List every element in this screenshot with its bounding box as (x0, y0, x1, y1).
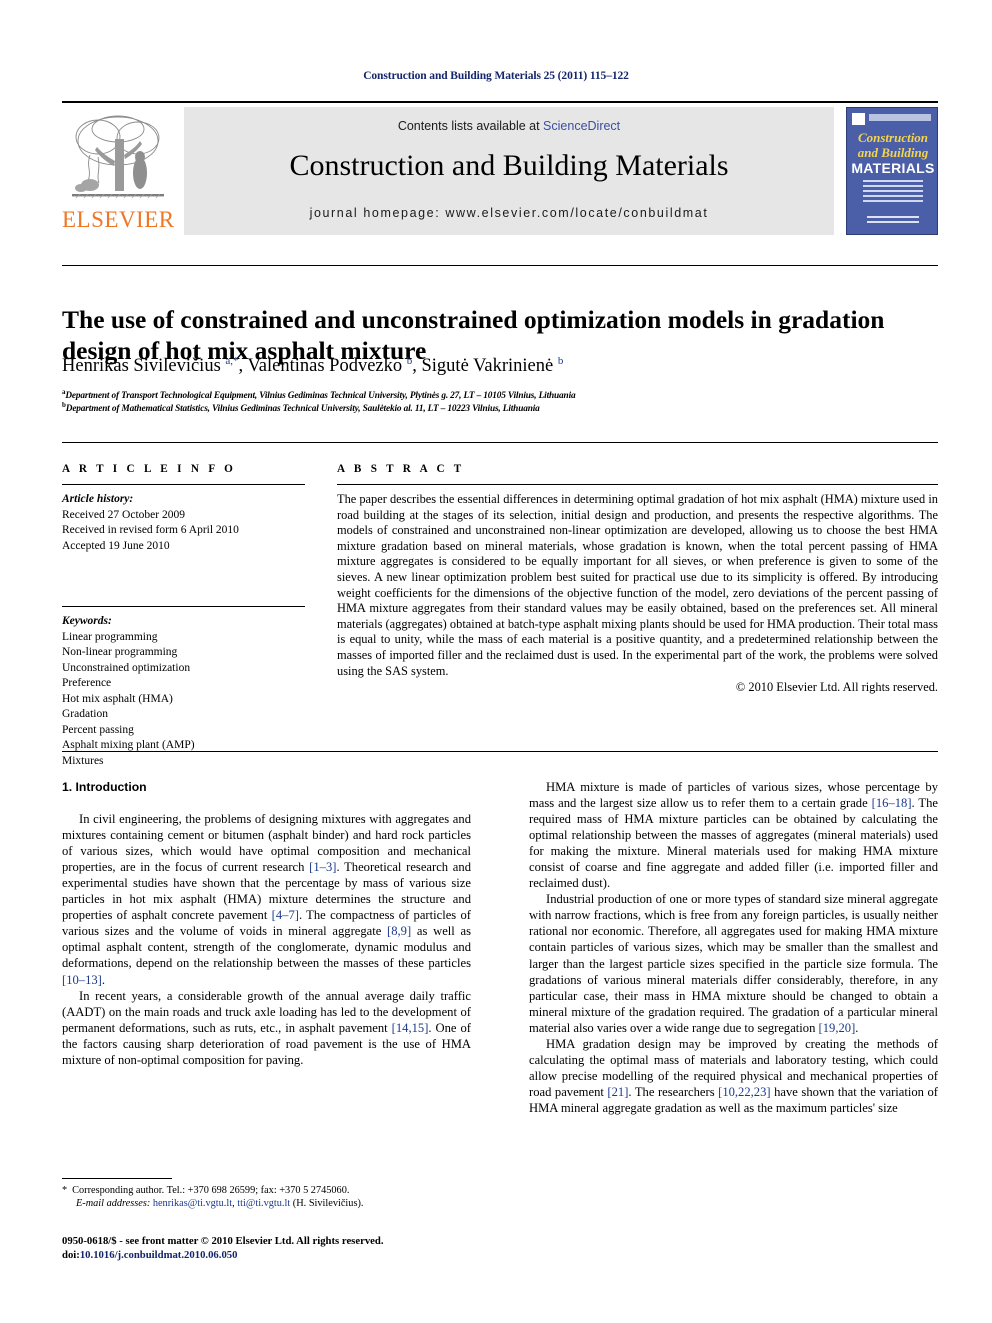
paragraph-text: . The required mass of HMA mixture parti… (529, 796, 938, 891)
article-info-heading: A R T I C L E I N F O (62, 463, 237, 475)
contents-available-line: Contents lists available at ScienceDirec… (184, 119, 834, 133)
article-info-column: A R T I C L E I N F O Article history: R… (62, 463, 305, 769)
abstract-text: The paper describes the essential differ… (337, 492, 938, 678)
email-link-secondary[interactable]: tti@ti.vgtu.lt (237, 1198, 290, 1209)
issn-text: 0950-0618/$ - see front matter © 2010 El… (62, 1235, 384, 1247)
paragraph-text: . (101, 972, 106, 987)
email-label: E-mail addresses: (76, 1198, 151, 1210)
contents-prefix: Contents lists available at (397, 119, 544, 133)
email-line: E-mail addresses: henrikas@ti.vgtu.lt, t… (62, 1197, 471, 1210)
abstract-rule (337, 484, 938, 485)
affiliation-b: bDepartment of Mathematical Statistics, … (62, 401, 922, 414)
paragraph-text: Industrial production of one or more typ… (529, 892, 938, 1035)
body-column-left: 1. Introduction In civil engineering, th… (62, 779, 471, 1068)
abstract-column: A B S T R A C T The paper describes the … (337, 463, 938, 695)
info-divider-top (62, 442, 938, 443)
keyword-item: Percent passing (62, 723, 134, 736)
keyword-item: Linear programming (62, 630, 158, 643)
section-heading-introduction: 1. Introduction (62, 780, 147, 794)
cover-title-line1: Construction (857, 130, 929, 145)
citation-ref[interactable]: [19,20] (819, 1021, 856, 1035)
keyword-item: Unconstrained optimization (62, 661, 191, 674)
keyword-item: Gradation (62, 708, 108, 720)
elsevier-wordmark: ELSEVIER (62, 207, 175, 232)
sciencedirect-link[interactable]: ScienceDirect (543, 119, 620, 133)
history-accepted: Accepted 19 June 2010 (62, 539, 170, 552)
cover-top-bar (869, 114, 931, 121)
citation-ref[interactable]: [4–7] (272, 908, 299, 922)
body-column-right: HMA mixture is made of particles of vari… (529, 779, 938, 1116)
issn-copyright-line: 0950-0618/$ - see front matter © 2010 El… (62, 1235, 562, 1262)
paper-page: Construction and Building Materials 25 (… (0, 0, 992, 1323)
keywords-label: Keywords: (62, 615, 112, 627)
sciencedirect-banner: Contents lists available at ScienceDirec… (184, 107, 834, 235)
journal-homepage-link[interactable]: journal homepage: www.elsevier.com/locat… (184, 206, 834, 220)
cover-subtitle-lines (863, 180, 923, 205)
footnote-divider (62, 1178, 172, 1179)
journal-cover-thumbnail: Construction and Building MATERIALS (846, 107, 938, 235)
journal-masthead: ELSEVIER Contents lists available at Sci… (62, 101, 938, 236)
email-owner: (H. Sivilevičius). (290, 1198, 364, 1210)
affiliation-b-text: Department of Mathematical Statistics, V… (65, 404, 540, 415)
running-head: Construction and Building Materials 25 (… (363, 70, 629, 82)
citation-ref[interactable]: [1–3] (309, 860, 336, 874)
paragraph: In civil engineering, the problems of de… (62, 811, 471, 988)
cover-publisher-mark (852, 113, 865, 125)
citation-ref[interactable]: [21] (607, 1085, 628, 1099)
journal-title: Construction and Building Materials (289, 149, 729, 182)
doi-link[interactable]: 10.1016/j.conbuildmat.2010.06.050 (80, 1249, 238, 1261)
keyword-item: Non-linear programming (62, 646, 178, 658)
citation-ref[interactable]: [14,15] (392, 1021, 429, 1035)
paragraph: HMA gradation design may be improved by … (529, 1036, 938, 1116)
cover-footer-lines (867, 216, 919, 226)
abstract-copyright: © 2010 Elsevier Ltd. All rights reserved… (735, 680, 938, 695)
author-1-affiliation-marker: a, (225, 355, 234, 367)
citation-ref[interactable]: [16–18] (872, 796, 912, 810)
keywords-block: Keywords: Linear programming Non-linear … (62, 606, 305, 769)
paragraph-text: . (855, 1020, 859, 1035)
author-list: Henrikas Sivilevičius a,*, Valentinas Po… (62, 355, 922, 377)
cover-title-line2: and Building (857, 145, 929, 160)
citation-ref[interactable]: [10–13] (62, 973, 102, 987)
keywords-rule (62, 606, 305, 607)
cover-title-line3: MATERIALS (851, 160, 935, 176)
affiliation-a-text: Department of Transport Technological Eq… (65, 391, 576, 402)
author-3-affiliation-marker: b (557, 355, 564, 367)
history-revised: Received in revised form 6 April 2010 (62, 524, 239, 536)
keyword-item: Preference (62, 677, 112, 689)
article-history-label: Article history: (62, 493, 134, 505)
elsevier-tree-icon (68, 111, 168, 203)
corresponding-author-footnote: * Corresponding author. Tel.: +370 698 26… (62, 1184, 471, 1210)
author-2-name: , Valentinas Podvezko (238, 356, 407, 377)
keyword-item: Hot mix asphalt (HMA) (62, 692, 173, 705)
author-3-name: , Sigutė Vakrinienė (412, 356, 558, 377)
article-info-rule (62, 484, 305, 485)
corresponding-author-text: Corresponding author. Tel.: +370 698 265… (72, 1185, 350, 1196)
citation-ref[interactable]: [10,22,23] (718, 1085, 770, 1099)
history-received: Received 27 October 2009 (62, 508, 185, 521)
doi-label: doi: (62, 1248, 80, 1261)
paragraph: Industrial production of one or more typ… (529, 891, 938, 1035)
citation-ref[interactable]: [8,9] (387, 924, 411, 938)
email-link-primary[interactable]: henrikas@ti.vgtu.lt (153, 1198, 232, 1209)
keyword-item: Mixtures (62, 754, 104, 767)
paragraph: HMA mixture is made of particles of vari… (529, 779, 938, 891)
author-1-name: Henrikas Sivilevičius (62, 356, 226, 377)
footnote-star-marker: * (62, 1185, 68, 1196)
paragraph-text: . The researchers (628, 1084, 719, 1099)
elsevier-logo: ELSEVIER (62, 107, 174, 235)
paragraph: In recent years, a considerable growth o… (62, 988, 471, 1068)
info-divider-bottom (62, 751, 938, 752)
title-divider (62, 265, 938, 266)
abstract-heading: A B S T R A C T (337, 463, 465, 475)
affiliation-a: aDepartment of Transport Technological E… (62, 388, 922, 401)
